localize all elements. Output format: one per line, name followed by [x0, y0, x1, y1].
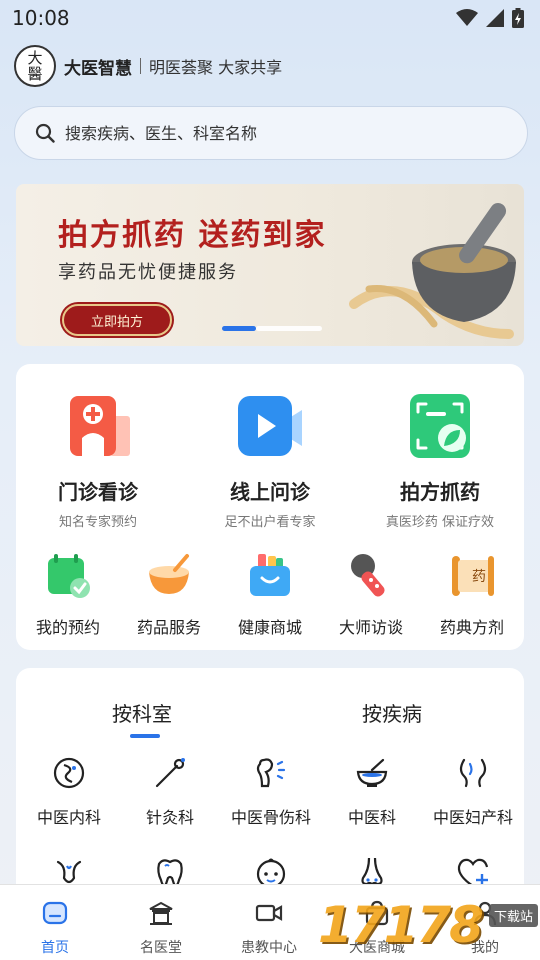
battery-icon — [512, 8, 524, 28]
service-title: 线上问诊 — [230, 480, 310, 504]
dept-label: 中医妇产科 — [432, 808, 513, 827]
hospital-icon — [70, 396, 130, 456]
dept-label: 针灸科 — [145, 808, 194, 827]
banner-pagination — [222, 326, 322, 331]
service-title: 拍方抓药 — [400, 480, 480, 504]
quick-label: 药品服务 — [136, 618, 201, 637]
service-prescription[interactable]: 拍方抓药 真医珍药 保证疗效 — [360, 390, 520, 530]
video-icon — [238, 396, 302, 456]
quick-label: 药典方剂 — [439, 618, 504, 637]
dept-acupuncture[interactable]: 针灸科 — [119, 756, 221, 828]
mortar-pestle-icon — [349, 203, 516, 339]
status-icons — [456, 8, 524, 28]
watermark-badge: 下载站 — [488, 904, 538, 927]
watermark-text: 17178 — [318, 896, 484, 954]
stomach-icon — [53, 757, 85, 789]
tab-active-indicator — [130, 734, 160, 738]
search-icon — [35, 123, 55, 143]
services-card: 门诊看诊 知名专家预约 线上问诊 足不出户看专家 拍方抓药 真医珍药 保证疗效 … — [16, 364, 524, 650]
brand-divider — [140, 58, 141, 74]
brand-name: 大医智慧 — [64, 58, 132, 79]
calendar-check-icon — [48, 554, 90, 598]
mortar-icon — [356, 758, 388, 787]
status-bar: 10:08 — [0, 0, 540, 36]
promo-banner[interactable]: 拍方抓药 送药到家 享药品无忧便捷服务 立即拍方 — [16, 184, 524, 346]
bone-icon — [256, 758, 286, 788]
search-bar[interactable] — [14, 106, 528, 160]
quick-health-mall[interactable]: 健康商城 — [220, 552, 320, 638]
microphone-icon — [351, 554, 385, 597]
nav-label: 患教中心 — [241, 940, 297, 956]
dept-label: 中医骨伤科 — [230, 808, 311, 827]
medicine-bowl-icon — [149, 554, 189, 594]
nav-label: 首页 — [41, 940, 69, 956]
service-clinic[interactable]: 门诊看诊 知名专家预约 — [18, 390, 178, 530]
quick-label: 我的预约 — [35, 618, 100, 637]
banner-cta-button[interactable]: 立即拍方 — [62, 304, 172, 336]
banner-subtitle: 享药品无忧便捷服务 — [58, 262, 238, 283]
scroll-badge: 药 — [472, 569, 486, 585]
banner-title: 拍方抓药 送药到家 — [58, 218, 327, 253]
quick-pharmacopoeia[interactable]: 药典方剂 — [422, 552, 522, 638]
brand-logo: 大醫 — [14, 45, 56, 87]
logo-seal-text: 大醫 — [27, 49, 43, 83]
dept-orthopedics[interactable]: 中医骨伤科 — [220, 756, 322, 828]
nav-patient-education[interactable]: 患教中心 — [224, 899, 314, 957]
quick-my-appointments[interactable]: 我的预约 — [18, 552, 118, 638]
uterus-icon — [459, 758, 487, 788]
tab-by-disease[interactable]: 按疾病 — [362, 698, 422, 727]
hall-icon — [149, 901, 173, 925]
nav-home[interactable]: 首页 — [10, 899, 100, 957]
quick-master-interview[interactable]: 大师访谈 — [321, 552, 421, 638]
service-subtitle: 足不出户看专家 — [224, 515, 316, 530]
tab-by-department[interactable]: 按科室 — [112, 698, 172, 727]
signal-icon — [486, 9, 504, 27]
home-icon — [42, 901, 68, 925]
camera-icon — [255, 904, 283, 922]
brand-slogan: 明医荟聚 大家共享 — [149, 58, 283, 77]
dept-label: 中医科 — [347, 808, 396, 827]
status-time: 10:08 — [12, 6, 70, 30]
banner-dot — [256, 326, 322, 331]
brand-header: 大醫 大医智慧 明医荟聚 大家共享 — [14, 44, 282, 88]
watermark: 17178 下载站 — [318, 896, 540, 960]
shopping-bag-icon — [250, 554, 290, 596]
dept-tcm[interactable]: 中医科 — [321, 756, 423, 828]
service-subtitle: 知名专家预约 — [58, 515, 137, 530]
banner-dot-active — [222, 326, 256, 331]
quick-medicine-service[interactable]: 药品服务 — [119, 552, 219, 638]
nav-famous-doctors[interactable]: 名医堂 — [116, 899, 206, 957]
wifi-icon — [456, 9, 478, 26]
service-online[interactable]: 线上问诊 足不出户看专家 — [190, 390, 350, 530]
needle-icon — [155, 758, 185, 788]
scan-leaf-icon — [410, 394, 470, 458]
service-title: 门诊看诊 — [58, 480, 138, 504]
search-input[interactable] — [65, 123, 485, 143]
dept-internal-medicine[interactable]: 中医内科 — [18, 756, 120, 828]
quick-label: 大师访谈 — [338, 618, 403, 637]
quick-label: 健康商城 — [237, 618, 302, 637]
dept-gynecology[interactable]: 中医妇产科 — [422, 756, 524, 828]
dept-label: 中医内科 — [36, 808, 101, 827]
service-subtitle: 真医珍药 保证疗效 — [385, 515, 495, 530]
nav-label: 名医堂 — [140, 940, 182, 956]
